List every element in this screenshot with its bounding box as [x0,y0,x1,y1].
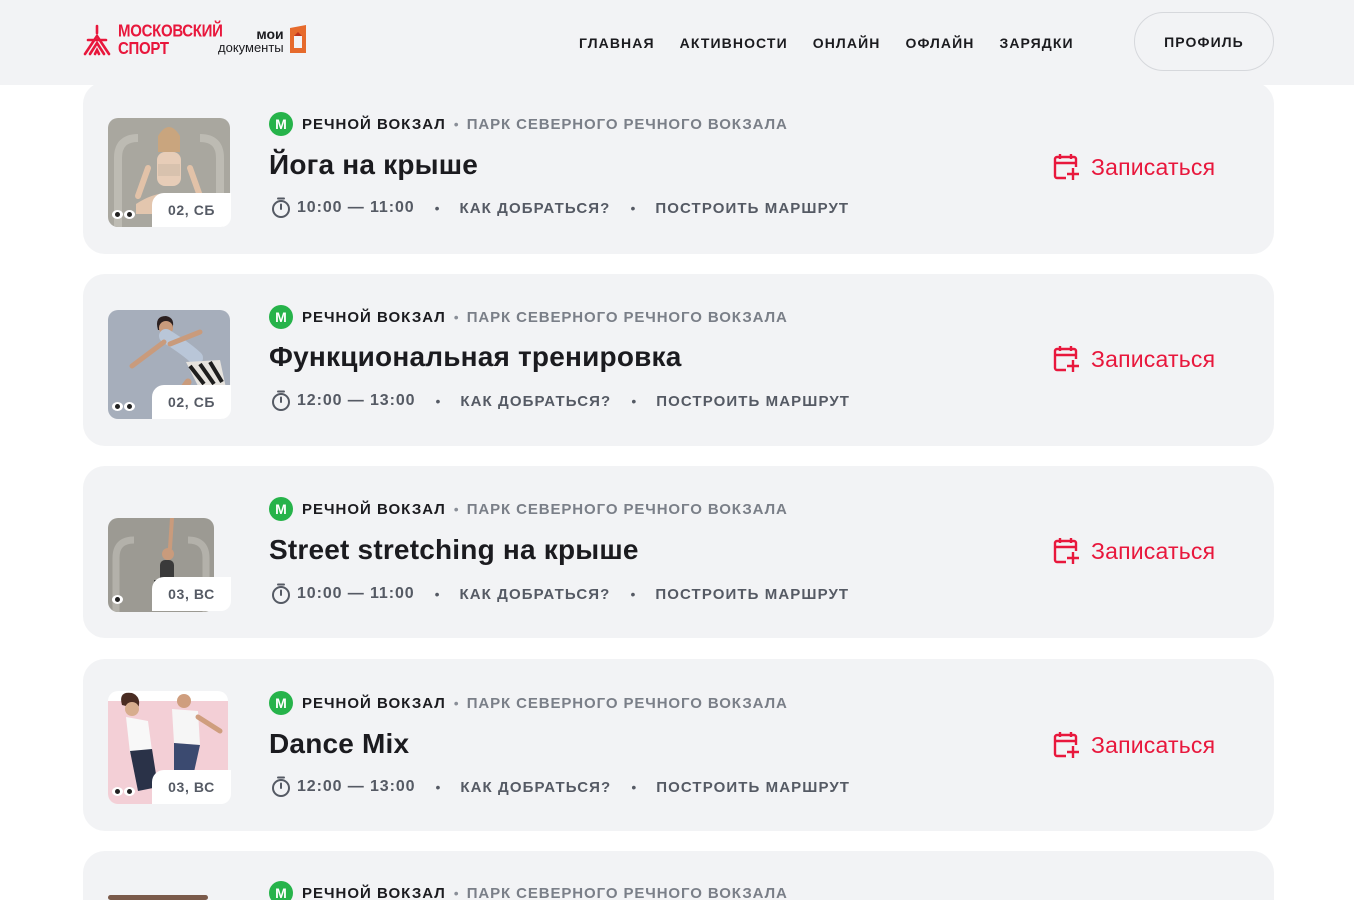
how-to-get-link[interactable]: КАК ДОБРАТЬСЯ? [460,393,611,410]
event-details-row: 12:00 — 13:00 • КАК ДОБРАТЬСЯ? • ПОСТРОИ… [271,776,850,798]
event-card[interactable]: 02, СБ М РЕЧНОЙ ВОКЗАЛ • ПАРК СЕВЕРНОГО … [83,82,1274,254]
my-documents-emblem-icon [289,25,306,53]
my-documents-logo[interactable]: мои документы [218,24,308,54]
profile-button[interactable]: ПРОФИЛЬ [1134,12,1274,71]
build-route-link[interactable]: ПОСТРОИТЬ МАРШРУТ [656,393,850,410]
site-header: МОСКОВСКИЙ СПОРТ мои документы ГЛАВНАЯ А… [0,0,1354,85]
moscow-sport-logo[interactable]: МОСКОВСКИЙ СПОРТ [82,21,223,59]
event-card[interactable]: М РЕЧНОЙ ВОКЗАЛ • ПАРК СЕВЕРНОГО РЕЧНОГО… [83,851,1274,900]
park-name: ПАРК СЕВЕРНОГО РЕЧНОГО ВОКЗАЛА [466,500,788,518]
event-date-badge: 03, ВС [152,577,231,611]
moscow-sport-emblem-icon [83,24,111,56]
metro-station: РЕЧНОЙ ВОКЗАЛ [302,500,446,518]
event-location: М РЕЧНОЙ ВОКЗАЛ • ПАРК СЕВЕРНОГО РЕЧНОГО… [269,881,788,900]
nav-item-online[interactable]: ОНЛАЙН [813,35,881,51]
event-date-badge: 02, СБ [152,193,231,227]
eyes-icon [112,402,135,414]
metro-station: РЕЧНОЙ ВОКЗАЛ [302,694,446,712]
event-details-row: 12:00 — 13:00 • КАК ДОБРАТЬСЯ? • ПОСТРОИ… [271,390,850,412]
event-title[interactable]: Функциональная тренировка [269,341,682,373]
event-thumbnail [108,895,208,900]
nav-item-home[interactable]: ГЛАВНАЯ [579,35,655,51]
park-name: ПАРК СЕВЕРНОГО РЕЧНОГО ВОКЗАЛА [466,115,788,133]
metro-station: РЕЧНОЙ ВОКЗАЛ [302,115,446,133]
signup-button[interactable]: Записаться [1053,537,1215,565]
event-date-badge: 03, ВС [152,770,231,804]
event-card[interactable]: 03, ВС М РЕЧНОЙ ВОКЗАЛ • ПАРК СЕВЕРНОГО … [83,466,1274,638]
eyes-icon [112,210,135,222]
calendar-plus-icon [1053,346,1080,373]
how-to-get-link[interactable]: КАК ДОБРАТЬСЯ? [459,200,610,217]
stopwatch-icon [272,390,290,411]
nav-item-offline[interactable]: ОФЛАЙН [905,35,974,51]
build-route-link[interactable]: ПОСТРОИТЬ МАРШРУТ [656,779,850,796]
metro-m-icon: М [269,497,293,521]
event-title[interactable]: Йога на крыше [269,149,478,181]
stopwatch-icon [272,197,290,218]
metro-m-icon: М [269,112,293,136]
calendar-plus-icon [1053,538,1080,565]
how-to-get-link[interactable]: КАК ДОБРАТЬСЯ? [459,586,610,603]
nav-item-activities[interactable]: АКТИВНОСТИ [680,35,788,51]
signup-button[interactable]: Записаться [1053,731,1215,759]
park-name: ПАРК СЕВЕРНОГО РЕЧНОГО ВОКЗАЛА [466,308,788,326]
my-documents-logo-text: мои документы [218,26,284,55]
signup-button[interactable]: Записаться [1053,153,1215,181]
stopwatch-icon [272,776,290,797]
calendar-plus-icon [1053,154,1080,181]
park-name: ПАРК СЕВЕРНОГО РЕЧНОГО ВОКЗАЛА [466,884,788,900]
park-name: ПАРК СЕВЕРНОГО РЕЧНОГО ВОКЗАЛА [466,694,788,712]
nav-item-workouts[interactable]: ЗАРЯДКИ [999,35,1073,51]
event-location: М РЕЧНОЙ ВОКЗАЛ • ПАРК СЕВЕРНОГО РЕЧНОГО… [269,497,788,521]
signup-button[interactable]: Записаться [1053,345,1215,373]
event-time: 12:00 — 13:00 [297,392,416,409]
separator-dot: • [453,695,459,711]
build-route-link[interactable]: ПОСТРОИТЬ МАРШРУТ [655,586,849,603]
event-time: 10:00 — 11:00 [297,199,415,216]
separator-dot: • [453,885,459,900]
main-nav: ГЛАВНАЯ АКТИВНОСТИ ОНЛАЙН ОФЛАЙН ЗАРЯДКИ [579,0,1099,85]
calendar-plus-icon [1053,732,1080,759]
event-card[interactable]: 03, ВС М РЕЧНОЙ ВОКЗАЛ • ПАРК СЕВЕРНОГО … [83,659,1274,831]
metro-station: РЕЧНОЙ ВОКЗАЛ [302,308,446,326]
separator-dot: • [453,501,459,517]
moscow-sport-logo-text: МОСКОВСКИЙ СПОРТ [118,21,223,59]
metro-m-icon: М [269,305,293,329]
event-location: М РЕЧНОЙ ВОКЗАЛ • ПАРК СЕВЕРНОГО РЕЧНОГО… [269,305,788,329]
build-route-link[interactable]: ПОСТРОИТЬ МАРШРУТ [655,200,849,217]
metro-station: РЕЧНОЙ ВОКЗАЛ [302,884,446,900]
event-location: М РЕЧНОЙ ВОКЗАЛ • ПАРК СЕВЕРНОГО РЕЧНОГО… [269,112,788,136]
event-location: М РЕЧНОЙ ВОКЗАЛ • ПАРК СЕВЕРНОГО РЕЧНОГО… [269,691,788,715]
event-title[interactable]: Street stretching на крыше [269,534,639,566]
event-details-row: 10:00 — 11:00 • КАК ДОБРАТЬСЯ? • ПОСТРОИ… [271,197,849,219]
event-date-badge: 02, СБ [152,385,231,419]
event-title[interactable]: Dance Mix [269,728,409,760]
event-time: 12:00 — 13:00 [297,778,416,795]
stopwatch-icon [272,583,290,604]
event-card[interactable]: 02, СБ М РЕЧНОЙ ВОКЗАЛ • ПАРК СЕВЕРНОГО … [83,274,1274,446]
event-time: 10:00 — 11:00 [297,585,415,602]
event-details-row: 10:00 — 11:00 • КАК ДОБРАТЬСЯ? • ПОСТРОИ… [271,583,849,605]
eyes-icon [112,595,123,607]
metro-m-icon: М [269,881,293,900]
separator-dot: • [453,116,459,132]
separator-dot: • [453,309,459,325]
how-to-get-link[interactable]: КАК ДОБРАТЬСЯ? [460,779,611,796]
eyes-icon [112,787,135,799]
metro-m-icon: М [269,691,293,715]
